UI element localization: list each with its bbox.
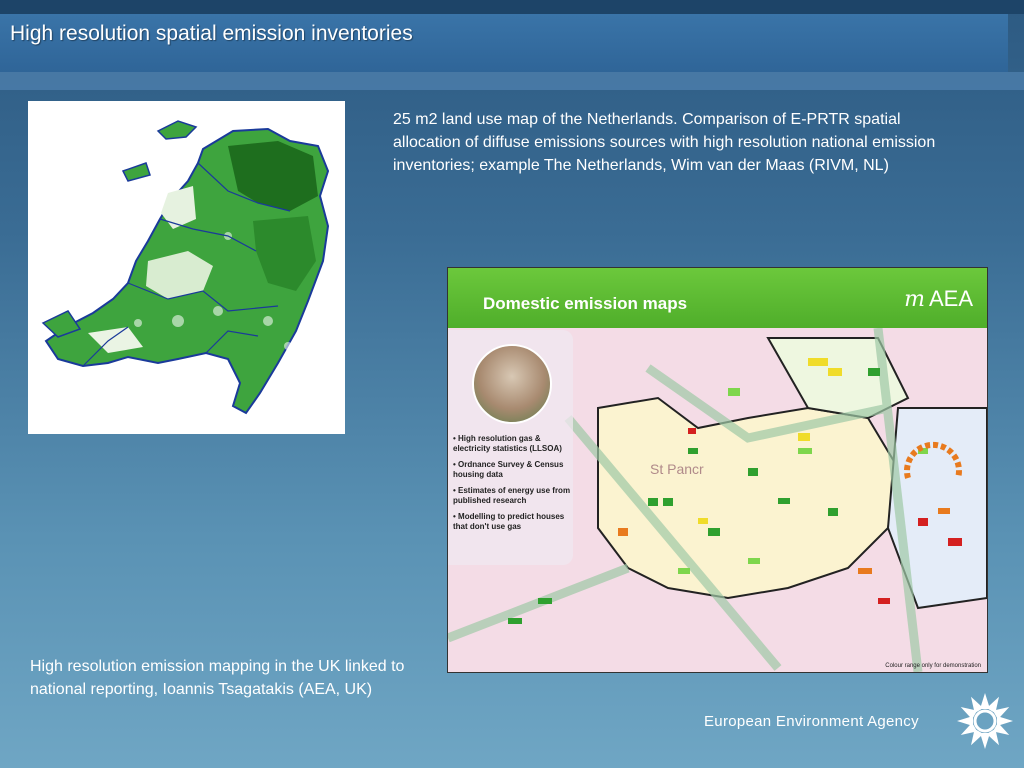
- aea-logo: m AEA: [904, 286, 973, 312]
- netherlands-land-use-map: [28, 101, 345, 434]
- bullet-item: • Modelling to predict houses that don't…: [453, 512, 565, 531]
- aea-map-header: Domestic emission maps m AEA: [448, 268, 987, 328]
- title-underline: [0, 72, 1024, 90]
- bullet-item: • Ordnance Survey & Census housing data: [453, 460, 564, 479]
- top-strip: [0, 0, 1024, 14]
- map-bullet-list: • High resolution gas & electricity stat…: [453, 434, 571, 538]
- uk-domestic-emission-map: Domestic emission maps m AEA • High resol…: [447, 267, 988, 673]
- aea-logo-text: AEA: [928, 286, 973, 311]
- eea-logo-icon: [955, 691, 1015, 751]
- houses-photo: [472, 344, 552, 424]
- map-footnote: Colour range only for demonstration: [885, 663, 981, 669]
- map-info-panel: • High resolution gas & electricity stat…: [448, 330, 573, 565]
- map-header-title: Domestic emission maps: [483, 294, 688, 313]
- agency-name: European Environment Agency: [704, 713, 919, 730]
- place-label: St Pancr: [650, 461, 704, 477]
- netherlands-caption: 25 m2 land use map of the Netherlands. C…: [393, 111, 936, 174]
- bullet-item: • Estimates of energy use from published…: [453, 486, 571, 505]
- uk-caption: High resolution emission mapping in the …: [30, 658, 405, 698]
- slide-title: High resolution spatial emission invento…: [10, 22, 413, 45]
- bullet-item: • High resolution gas & electricity stat…: [453, 434, 562, 453]
